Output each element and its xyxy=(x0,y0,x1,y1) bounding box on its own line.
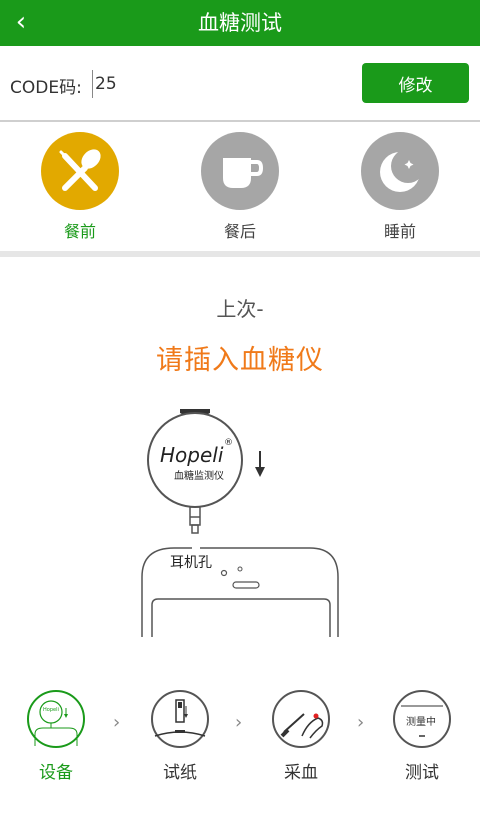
steps-bar: Hopeli 设备 › 试纸 › 采血 › 测量中 测试 xyxy=(0,686,480,796)
device-step-icon: Hopeli xyxy=(27,690,85,748)
insert-prompt: 请插入血糖仪 xyxy=(156,345,324,376)
step-blood[interactable]: 采血 xyxy=(266,686,336,786)
device-text: 血糖监测仪 xyxy=(174,469,224,482)
meal-label: 餐前 xyxy=(63,222,96,241)
cup-icon xyxy=(201,132,279,210)
step-device[interactable]: Hopeli 设备 xyxy=(21,686,91,786)
meal-after[interactable]: 餐后 xyxy=(160,122,320,252)
divider xyxy=(0,251,480,257)
chevron-right-icon: › xyxy=(235,712,243,733)
fork-spoon-icon xyxy=(41,132,119,210)
chevron-right-icon: › xyxy=(113,712,121,733)
chevron-right-icon: › xyxy=(357,712,365,733)
page-title: 血糖测试 xyxy=(198,11,282,35)
step-label: 采血 xyxy=(284,763,318,783)
strip-step-icon xyxy=(151,690,209,748)
step-label: 设备 xyxy=(39,763,73,783)
device-illustration: Hopeli ® 血糖监测仪 耳机孔 xyxy=(141,409,339,637)
meal-before[interactable]: 餐前 xyxy=(0,122,160,252)
registered-mark: ® xyxy=(224,438,233,448)
port-label: 耳机孔 xyxy=(170,555,212,571)
meal-bedtime[interactable]: 睡前 xyxy=(320,122,480,252)
step-label: 测试 xyxy=(405,763,439,783)
brand-text: Hopeli xyxy=(160,443,224,467)
meal-label: 餐后 xyxy=(223,222,256,241)
code-row: CODE码: 修改 xyxy=(0,46,480,122)
meal-label: 睡前 xyxy=(383,222,416,241)
code-input[interactable] xyxy=(92,70,212,98)
test-step-icon: 测量中 xyxy=(393,690,451,748)
step-strip[interactable]: 试纸 xyxy=(145,686,215,786)
device-step-text: Hopeli xyxy=(43,707,59,713)
test-step-text: 测量中 xyxy=(406,715,436,728)
blood-step-icon xyxy=(272,690,330,748)
last-reading: 上次- xyxy=(216,297,264,321)
moon-icon xyxy=(361,132,439,210)
title-bar: ‹ 血糖测试 xyxy=(0,0,480,46)
step-test[interactable]: 测量中 测试 xyxy=(387,686,457,786)
step-label: 试纸 xyxy=(163,763,197,783)
code-label: CODE码: xyxy=(10,78,82,98)
edit-code-button[interactable]: 修改 xyxy=(362,63,469,103)
